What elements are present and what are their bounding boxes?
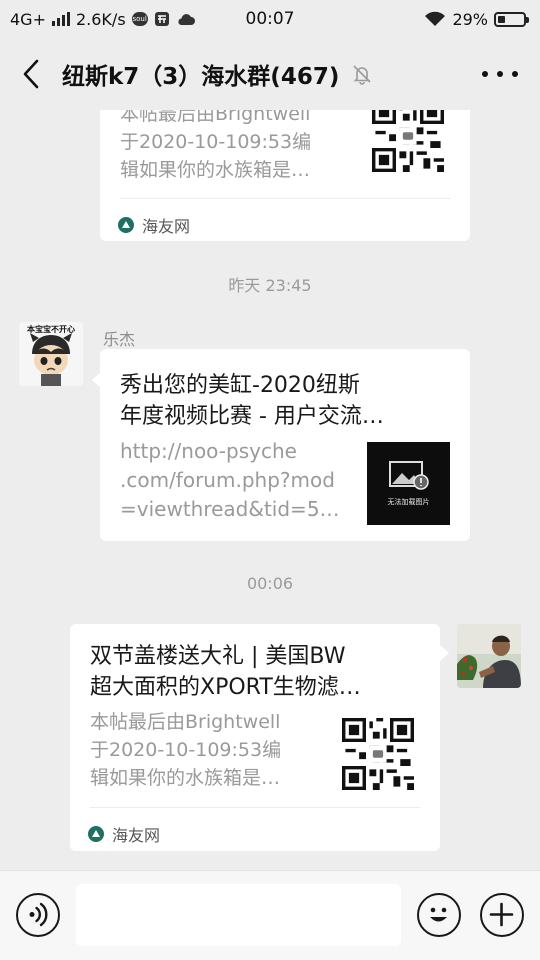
emoji-button[interactable] bbox=[417, 893, 461, 937]
card-description: http://noo-psyche .com/forum.php?mod =vi… bbox=[120, 439, 350, 521]
emoji-icon bbox=[430, 907, 447, 922]
chat-messages[interactable]: 本帖最后由Brightwell 于2020-10-109:53编 辑如果你的水族… bbox=[0, 110, 540, 870]
plus-icon bbox=[489, 902, 514, 927]
app-notification-icon bbox=[154, 12, 169, 26]
input-bar bbox=[0, 870, 540, 960]
avatar[interactable] bbox=[457, 624, 521, 688]
image-placeholder-icon bbox=[388, 460, 429, 490]
dot bbox=[497, 71, 503, 77]
card-description: 本帖最后由Brightwell 于2020-10-109:53编 辑如果你的水族… bbox=[90, 711, 282, 789]
status-left: 4G+ 2.6K/s soul bbox=[10, 10, 196, 29]
link-card[interactable]: 双节盖楼送大礼 | 美国BW 超大面积的XPORT生物滤… 本帖最后由Brigh… bbox=[70, 624, 440, 851]
voice-icon bbox=[29, 902, 48, 927]
bell-off-icon bbox=[353, 65, 371, 85]
message-input[interactable] bbox=[76, 884, 401, 946]
status-bar: 4G+ 2.6K/s soul 00:07 29% bbox=[0, 0, 540, 38]
sender-name: 乐杰 bbox=[103, 330, 136, 349]
avatar-image: 本宝宝不开心 bbox=[19, 322, 83, 386]
chevron-left-icon bbox=[23, 59, 39, 89]
dot bbox=[482, 71, 488, 77]
qr-code-image bbox=[372, 110, 444, 172]
network-type: 4G+ bbox=[10, 9, 46, 29]
battery-percent: 29% bbox=[452, 9, 488, 29]
qr-code-image bbox=[342, 718, 414, 790]
voice-button[interactable] bbox=[16, 893, 60, 937]
plus-button[interactable] bbox=[480, 893, 524, 937]
wifi-icon bbox=[425, 11, 446, 26]
chat-header: 纽斯k7（3）海水群(467) bbox=[0, 38, 540, 110]
back-button[interactable] bbox=[0, 38, 62, 110]
avatar-caption: 本宝宝不开心 bbox=[26, 324, 75, 334]
avatar-image bbox=[457, 624, 521, 688]
network-speed: 2.6K/s bbox=[75, 9, 126, 29]
battery-icon bbox=[494, 11, 529, 27]
site-logo-icon bbox=[118, 217, 134, 233]
card-title: 秀出您的美缸-2020纽斯 年度视频比赛 - 用户交流… bbox=[120, 373, 384, 429]
thumbnail-caption: 无法加载图片 bbox=[387, 497, 430, 506]
app-notification-icon: soul bbox=[131, 12, 148, 26]
link-thumbnail: 无法加载图片 bbox=[367, 442, 450, 525]
card-title: 双节盖楼送大礼 | 美国BW 超大面积的XPORT生物滤… bbox=[90, 644, 361, 700]
site-logo-icon bbox=[88, 826, 104, 842]
dot bbox=[512, 71, 518, 77]
link-card[interactable]: 秀出您的美缸-2020纽斯 年度视频比赛 - 用户交流… http://noo-… bbox=[100, 349, 470, 541]
timestamp: 昨天 23:45 bbox=[228, 276, 312, 295]
card-description: 本帖最后由Brightwell 于2020-10-109:53编 辑如果你的水族… bbox=[120, 110, 312, 181]
bubble-tail bbox=[440, 645, 449, 661]
card-source: 海友网 bbox=[118, 213, 190, 237]
card-source: 海友网 bbox=[88, 822, 160, 846]
cloud-icon bbox=[178, 14, 195, 25]
more-button[interactable] bbox=[482, 62, 518, 86]
card-divider bbox=[120, 198, 450, 199]
timestamp: 00:06 bbox=[246, 574, 294, 593]
status-right: 29% bbox=[424, 9, 529, 29]
chat-title: 纽斯k7（3）海水群(467) bbox=[62, 64, 340, 90]
signal-icon bbox=[51, 12, 70, 26]
avatar[interactable]: 本宝宝不开心 bbox=[19, 322, 83, 386]
card-divider bbox=[90, 807, 420, 808]
link-card[interactable]: 本帖最后由Brightwell 于2020-10-109:53编 辑如果你的水族… bbox=[100, 110, 470, 241]
